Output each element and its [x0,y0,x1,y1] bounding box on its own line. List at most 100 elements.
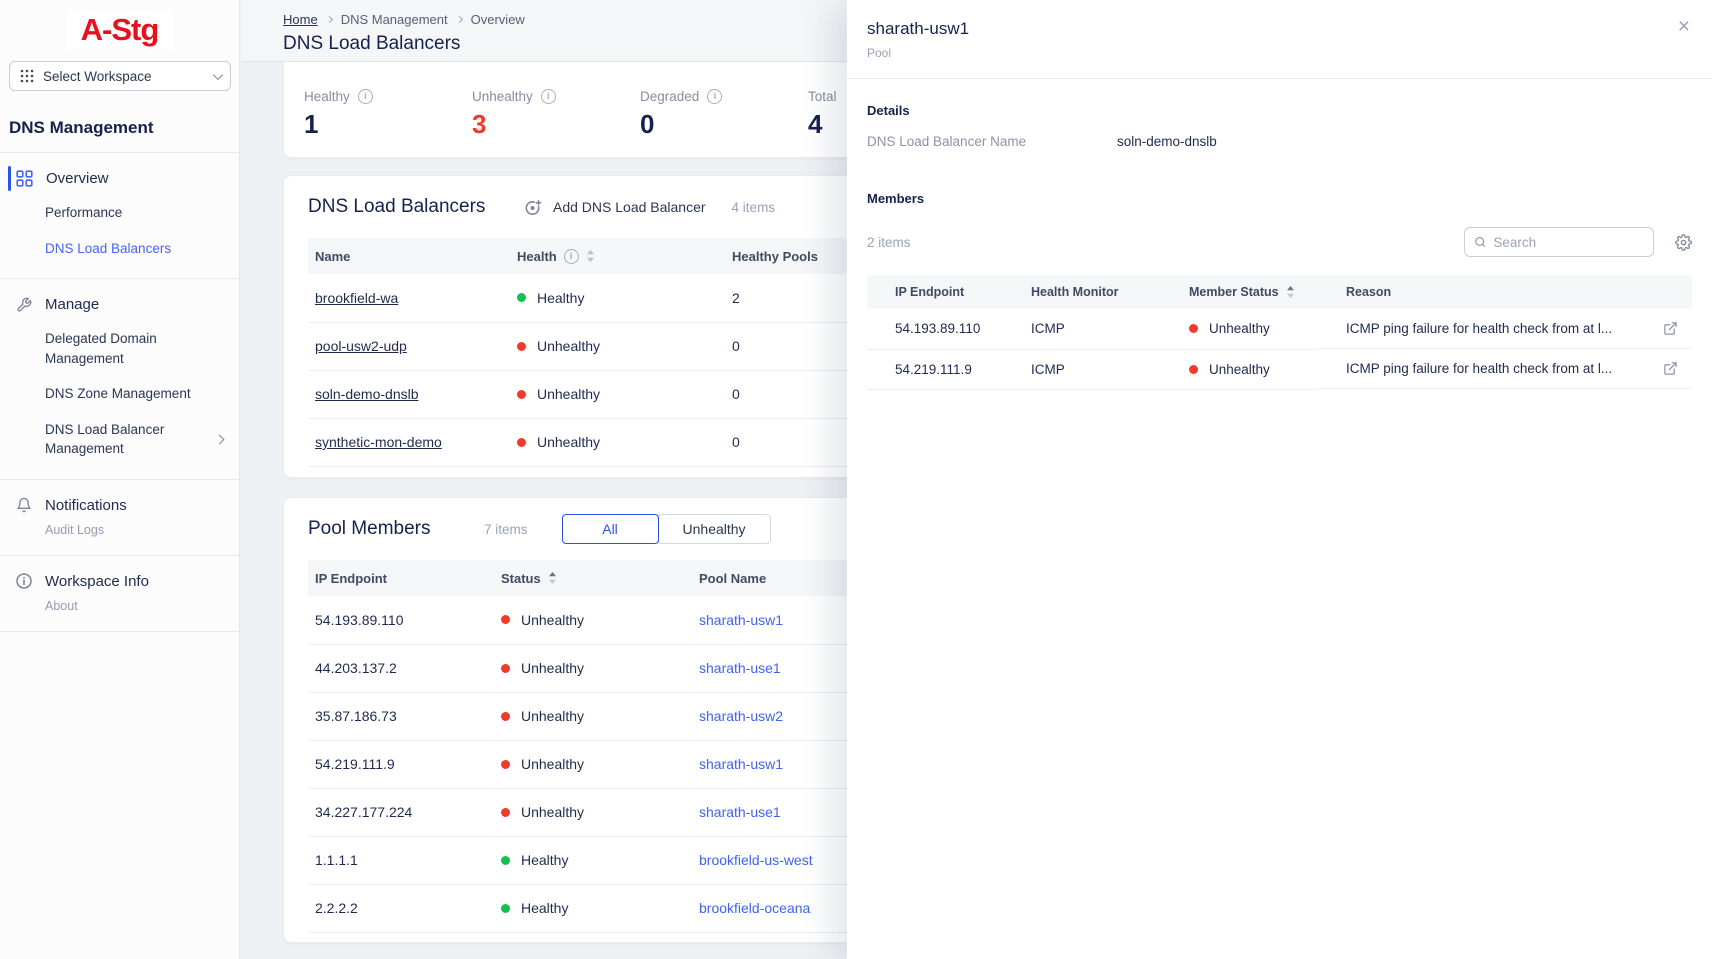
sidebar-item-dns-zone-management[interactable]: DNS Zone Management [0,376,239,412]
column-header-ip-endpoint[interactable]: IP Endpoint [308,560,494,596]
column-header-status[interactable]: Status [494,560,692,596]
manage-section: Manage Delegated Domain Management DNS Z… [0,279,239,479]
cell-ip-endpoint: 54.193.89.110 [308,596,494,644]
dns-lb-link[interactable]: pool-usw2-udp [315,338,407,354]
pool-name-link[interactable]: sharath-usw1 [699,756,783,772]
close-icon[interactable]: × [1678,16,1690,37]
gear-icon[interactable] [1675,234,1692,251]
sidebar-item-audit-logs[interactable]: Audit Logs [0,522,239,543]
cell-reason: ICMP ping failure for health check from … [1318,349,1692,389]
sidebar: A-Stg Select Workspace DNS Management [0,0,240,959]
workspace-selector[interactable]: Select Workspace [9,61,231,91]
workspace-info-section: Workspace Info About [0,556,239,631]
members-table: IP Endpoint Health Monitor Member Status [867,275,1692,390]
sidebar-item-about[interactable]: About [0,598,239,619]
dns-lb-card-title: DNS Load Balancers [308,196,524,218]
sort-icon[interactable] [1286,285,1295,299]
external-link-icon[interactable] [1663,361,1692,376]
dns-lb-link[interactable]: brookfield-wa [315,290,398,306]
logo-text: A-Stg [81,12,159,47]
wrench-icon [16,297,32,313]
status-label: Unhealthy [1209,362,1270,377]
search-input[interactable] [1493,235,1644,250]
external-link-icon[interactable] [1663,321,1692,336]
status-label: Healthy [537,290,584,306]
status-label: Unhealthy [521,756,584,772]
cell-reason: ICMP ping failure for health check from … [1318,309,1692,349]
info-icon[interactable] [564,249,579,264]
status-label: Healthy [521,900,568,916]
sort-icon[interactable] [586,249,595,263]
breadcrumb-separator-icon [326,16,333,23]
detail-row: DNS Load Balancer Name soln-demo-dnslb [867,134,1692,149]
info-icon[interactable] [707,89,722,104]
breadcrumb-home[interactable]: Home [283,12,318,27]
pool-name-link[interactable]: brookfield-us-west [699,852,813,868]
pool-name-link[interactable]: sharath-use1 [699,804,781,820]
tab-all[interactable]: All [562,514,659,544]
logo[interactable]: A-Stg [67,11,173,49]
sidebar-section-label: Workspace Info [45,573,149,590]
cell-status: Unhealthy [494,692,692,740]
status-dot-icon [501,615,510,624]
column-header-health-monitor[interactable]: Health Monitor [1003,275,1161,309]
column-header-reason[interactable]: Reason [1318,275,1692,309]
cell-name: brookfield-wa [308,274,510,322]
dns-lb-link[interactable]: soln-demo-dnslb [315,386,419,402]
stat-value: 1 [304,109,472,140]
stat-label-text: Total [808,89,837,104]
stat-healthy: Healthy1 [304,89,472,140]
cell-ip-endpoint: 34.227.177.224 [308,788,494,836]
add-load-balancer-icon [524,199,543,216]
sort-icon[interactable] [548,571,557,585]
notifications-section: Notifications Audit Logs [0,480,239,555]
dns-lb-link[interactable]: synthetic-mon-demo [315,434,442,450]
status-cell: Unhealthy [517,434,725,450]
cell-health: Unhealthy [510,418,725,466]
cell-status: Healthy [494,836,692,884]
column-header-health[interactable]: Health [510,238,725,274]
pool-members-tabs: All Unhealthy [562,514,771,544]
divider [0,631,239,632]
cell-ip-endpoint: 54.219.111.9 [308,740,494,788]
sidebar-item-delegated-domain-management[interactable]: Delegated Domain Management [0,321,239,376]
column-header-ip-endpoint[interactable]: IP Endpoint [867,275,1003,309]
sidebar-item-dns-load-balancers[interactable]: DNS Load Balancers [0,231,239,267]
breadcrumb-overview[interactable]: Overview [471,12,525,27]
cell-ip-endpoint: 44.203.137.2 [308,644,494,692]
breadcrumb-separator-icon [456,16,463,23]
tab-unhealthy[interactable]: Unhealthy [658,514,771,544]
cell-health: Unhealthy [510,370,725,418]
sidebar-section-label: Manage [45,296,99,313]
status-label: Unhealthy [521,708,584,724]
stat-label-text: Degraded [640,89,699,104]
cell-status: Unhealthy [494,788,692,836]
pool-name-link[interactable]: sharath-use1 [699,660,781,676]
sidebar-item-performance[interactable]: Performance [0,195,239,231]
pool-name-link[interactable]: brookfield-oceana [699,900,810,916]
status-label: Unhealthy [537,338,600,354]
cell-name: pool-usw2-udp [308,322,510,370]
column-header-member-status[interactable]: Member Status [1161,275,1318,309]
status-cell: Unhealthy [501,660,692,676]
cell-health: Unhealthy [510,322,725,370]
status-cell: Healthy [517,290,725,306]
sidebar-item-notifications[interactable]: Notifications [0,489,239,522]
sidebar-item-overview[interactable]: Overview [0,162,239,195]
sidebar-item-manage[interactable]: Manage [0,288,239,321]
info-circle-icon [16,573,32,589]
status-dot-icon [501,808,510,817]
sidebar-item-workspace-info[interactable]: Workspace Info [0,565,239,598]
stat-label: Degraded [640,89,808,104]
breadcrumb-dns-management[interactable]: DNS Management [341,12,448,27]
add-dns-load-balancer-button[interactable]: Add DNS Load Balancer [524,199,706,216]
status-label: Unhealthy [1209,321,1270,336]
pool-name-link[interactable]: sharath-usw2 [699,708,783,724]
table-row: 54.219.111.9ICMPUnhealthyICMP ping failu… [867,349,1692,389]
pool-name-link[interactable]: sharath-usw1 [699,612,783,628]
column-header-name[interactable]: Name [308,238,510,274]
status-dot-icon [1189,324,1198,333]
sidebar-item-dns-lb-management[interactable]: DNS Load Balancer Management [0,412,239,467]
info-icon[interactable] [541,89,556,104]
info-icon[interactable] [358,89,373,104]
